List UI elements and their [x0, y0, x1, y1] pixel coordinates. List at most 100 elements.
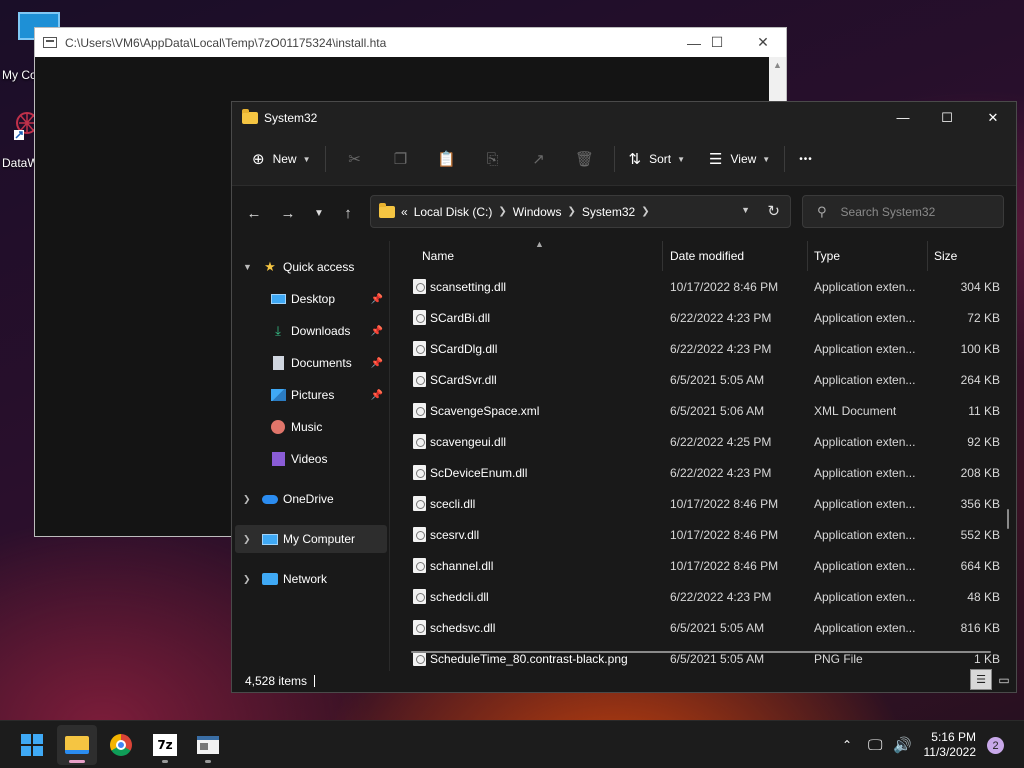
nav-videos[interactable]: Videos	[232, 445, 387, 473]
search-input[interactable]	[840, 204, 991, 219]
address-dropdown-icon[interactable]: ▼	[741, 205, 750, 215]
nav-pictures[interactable]: Pictures 📌	[232, 381, 387, 409]
column-header-size[interactable]: Size	[934, 241, 994, 271]
breadcrumb-local-disk[interactable]: Local Disk (C:)	[414, 205, 493, 219]
minimize-button[interactable]: —	[880, 102, 926, 133]
nav-downloads[interactable]: ⤓ Downloads 📌	[232, 317, 387, 345]
taskbar-7zip[interactable]: 7z	[145, 725, 185, 765]
copy-icon[interactable]: ❐	[378, 142, 424, 176]
taskbar-hta-app[interactable]	[188, 725, 228, 765]
more-icon: •••	[799, 153, 813, 165]
command-bar: ⊕ New ▼ ✂ ❐ 📋 ⎘ ↗ 🗑 ⇅ Sort ▼ ☰ View ▼ ••…	[232, 133, 1016, 186]
view-button[interactable]: ☰ View ▼	[701, 142, 778, 176]
file-row[interactable]: scecli.dll 10/17/2022 8:46 PM Application …	[399, 488, 1016, 519]
pin-icon[interactable]: 📌	[371, 294, 383, 305]
details-view-icon[interactable]: ☰	[970, 669, 992, 690]
chevron-right-icon[interactable]: ❯	[243, 534, 251, 545]
download-arrow-icon: ⤓	[275, 323, 281, 338]
breadcrumb-system32[interactable]: System32	[582, 205, 635, 219]
view-label: View	[730, 152, 757, 166]
file-type: Application exten...	[814, 558, 916, 573]
rename-icon[interactable]: ⎘	[470, 142, 516, 176]
notification-badge[interactable]: 2	[987, 737, 1004, 754]
file-icon	[413, 310, 426, 325]
file-row[interactable]: schannel.dll 10/17/2022 8:46 PM Applicatio…	[399, 550, 1016, 581]
navigation-pane: ▼ ★ Quick access Desktop 📌 ⤓ Downloads 📌…	[232, 241, 390, 671]
hta-close-button[interactable]: ✕	[740, 28, 786, 57]
file-row[interactable]: schedcli.dll 6/22/2022 4:23 PM Application…	[399, 581, 1016, 612]
chevron-right-icon[interactable]: ❯	[243, 574, 251, 585]
up-button[interactable]: ↑	[335, 200, 361, 226]
search-box[interactable]: ⚲	[802, 195, 1004, 228]
close-button[interactable]: ✕	[970, 102, 1016, 133]
hta-titlebar[interactable]: C:\Users\VM6\AppData\Local\Temp\7zO01175…	[35, 28, 786, 57]
new-button[interactable]: ⊕ New ▼	[244, 142, 319, 176]
address-overflow[interactable]: «	[401, 205, 408, 219]
item-count: 4,528 items	[245, 674, 308, 688]
nav-my-computer[interactable]: ❯ My Computer	[235, 525, 387, 553]
pin-icon[interactable]: 📌	[371, 326, 383, 337]
file-row[interactable]: SCardBi.dll 6/22/2022 4:23 PM Application …	[399, 302, 1016, 333]
scroll-up-arrow-icon[interactable]: ▲	[769, 57, 786, 74]
nav-desktop[interactable]: Desktop 📌	[232, 285, 387, 313]
nav-onedrive[interactable]: ❯ OneDrive	[232, 485, 387, 513]
clock-time: 5:16 PM	[931, 730, 976, 744]
file-row[interactable]: schedsvc.dll 6/5/2021 5:05 AM Application …	[399, 612, 1016, 643]
file-name: SCardBi.dll	[430, 310, 491, 325]
chevron-right-icon[interactable]: ❯	[641, 206, 649, 217]
file-date: 6/5/2021 5:05 AM	[670, 620, 765, 635]
back-button[interactable]: ←	[241, 200, 267, 226]
taskbar-file-explorer[interactable]	[57, 725, 97, 765]
recent-locations-button[interactable]: ▼	[306, 200, 332, 226]
explorer-titlebar[interactable]: System32 — ☐ ✕	[232, 102, 1016, 133]
column-header-date[interactable]: Date modified	[670, 241, 806, 271]
nav-music[interactable]: Music	[232, 413, 387, 441]
pin-icon[interactable]: 📌	[371, 390, 383, 401]
column-divider[interactable]	[807, 241, 808, 271]
pin-icon[interactable]: 📌	[371, 358, 383, 369]
network-tray-icon[interactable]: 🖵	[868, 721, 882, 768]
vertical-scrollbar[interactable]	[1007, 509, 1009, 529]
file-row[interactable]: SCardSvr.dll 6/5/2021 5:05 AM Application …	[399, 364, 1016, 395]
column-header-type[interactable]: Type	[814, 241, 926, 271]
tiles-view-icon[interactable]: ▭	[994, 669, 1014, 690]
chevron-right-icon[interactable]: ❯	[567, 206, 575, 217]
show-hidden-icons-chevron-icon[interactable]: ⌃	[842, 721, 852, 768]
address-bar[interactable]: « Local Disk (C:) ❯ Windows ❯ System32 ❯…	[370, 195, 791, 228]
start-button[interactable]	[12, 725, 52, 765]
file-row[interactable]: scavengeui.dll 6/22/2022 4:25 PM Applicati…	[399, 426, 1016, 457]
sort-button[interactable]: ⇅ Sort ▼	[621, 142, 694, 176]
file-row[interactable]: ScheduleTime_80.contrast-black.png 6/5/20…	[399, 643, 1016, 671]
taskbar-chrome[interactable]	[101, 725, 141, 765]
nav-label: Music	[291, 420, 323, 434]
cut-icon[interactable]: ✂	[332, 142, 378, 176]
horizontal-scrollbar[interactable]	[411, 651, 991, 653]
chevron-right-icon[interactable]: ❯	[243, 494, 251, 505]
nav-documents[interactable]: Documents 📌	[232, 349, 387, 377]
file-row[interactable]: ScavengeSpace.xml 6/5/2021 5:06 AM XML Doc…	[399, 395, 1016, 426]
column-header-name[interactable]: Name	[422, 241, 662, 271]
active-indicator	[69, 760, 85, 763]
column-divider[interactable]	[927, 241, 928, 271]
paste-icon[interactable]: 📋	[424, 142, 470, 176]
volume-icon[interactable]: 🔊	[893, 721, 912, 768]
column-divider[interactable]	[662, 241, 663, 271]
maximize-button[interactable]: ☐	[924, 102, 970, 133]
file-row[interactable]: SCardDlg.dll 6/22/2022 4:23 PM Application…	[399, 333, 1016, 364]
delete-icon[interactable]: 🗑	[562, 142, 608, 176]
file-row[interactable]: scesrv.dll 10/17/2022 8:46 PM Application …	[399, 519, 1016, 550]
more-options-button[interactable]: •••	[791, 142, 821, 176]
file-row[interactable]: scansetting.dll 10/17/2022 8:46 PM Applica…	[399, 271, 1016, 302]
chevron-down-icon[interactable]: ▼	[243, 262, 252, 272]
refresh-icon[interactable]: ↻	[767, 202, 780, 220]
file-row[interactable]: ScDeviceEnum.dll 6/22/2022 4:23 PM Applica…	[399, 457, 1016, 488]
nav-quick-access[interactable]: ▼ ★ Quick access	[232, 253, 387, 281]
file-size: 816 KB	[960, 620, 1000, 635]
forward-button[interactable]: →	[275, 200, 301, 226]
share-icon[interactable]: ↗	[516, 142, 562, 176]
breadcrumb-windows[interactable]: Windows	[513, 205, 562, 219]
chevron-right-icon[interactable]: ❯	[498, 206, 506, 217]
nav-network[interactable]: ❯ Network	[232, 565, 387, 593]
hta-maximize-button[interactable]: ☐	[694, 28, 740, 57]
clock[interactable]: 5:16 PM 11/3/2022	[920, 730, 977, 760]
